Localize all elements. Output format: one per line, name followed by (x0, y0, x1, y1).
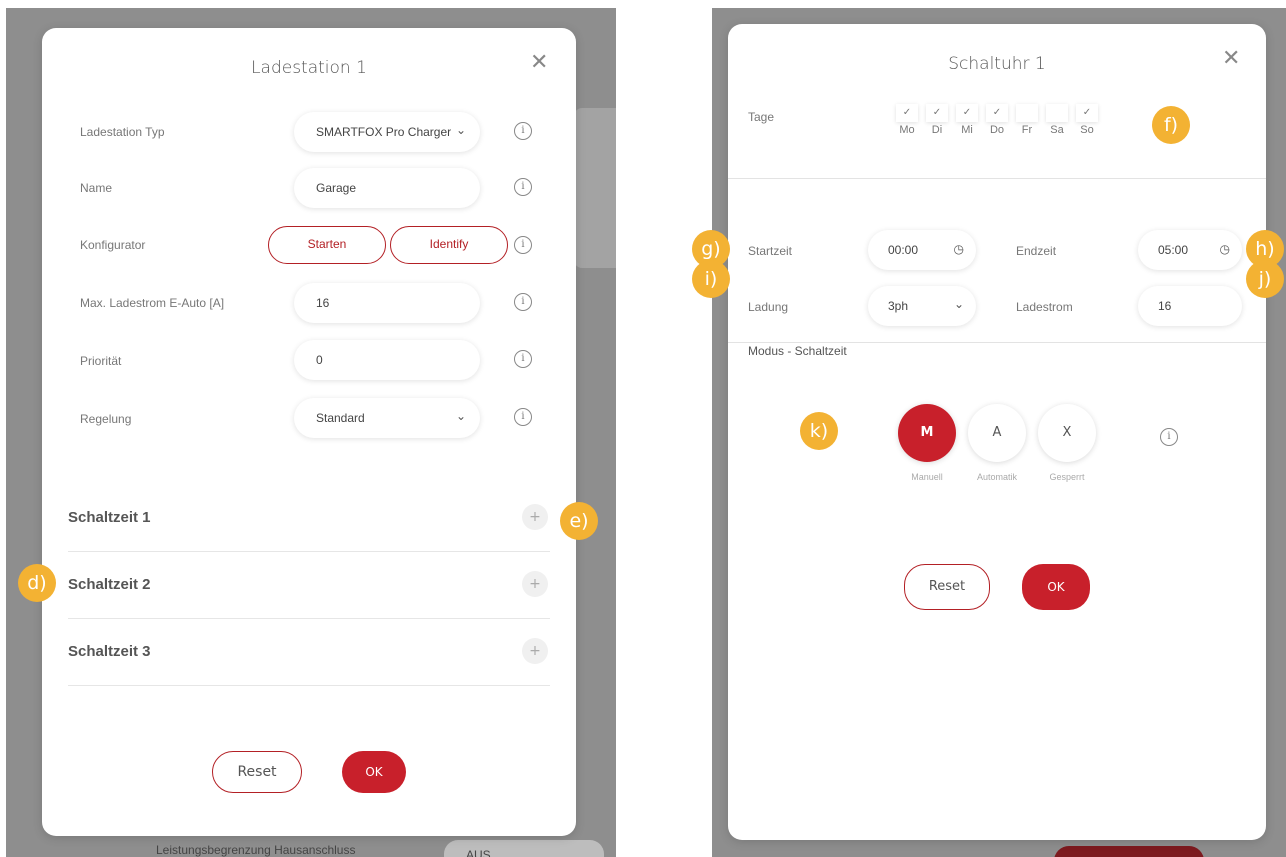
info-icon[interactable]: i (514, 236, 532, 254)
check-icon: ✓ (896, 104, 918, 122)
mode-gesperrt-button[interactable]: X (1038, 404, 1096, 462)
close-icon[interactable]: ✕ (1222, 48, 1240, 70)
schaltzeit-section-1[interactable]: Schaltzeit 1 + (68, 486, 550, 552)
reset-button[interactable]: Reset (212, 751, 302, 793)
konfigurator-label: Konfigurator (80, 238, 146, 252)
mode-manuell-button[interactable]: M (898, 404, 956, 462)
mode-title: Modus - Schaltzeit (748, 344, 847, 358)
current-input[interactable]: 16 (1138, 286, 1242, 326)
section-label: Schaltzeit 3 (68, 643, 151, 660)
schaltzeit-section-3[interactable]: Schaltzeit 3 + (68, 620, 550, 686)
max-current-label: Max. Ladestrom E-Auto [A] (80, 296, 225, 310)
divider (728, 178, 1266, 179)
plus-icon[interactable]: + (522, 638, 548, 664)
info-icon[interactable]: i (1160, 428, 1178, 446)
check-icon: ✓ (926, 104, 948, 122)
divider (728, 342, 1266, 343)
day-checkbox-mo[interactable]: ✓ Mo (896, 104, 918, 136)
background-footer-label: Leistungsbegrenzung Hausanschluss (156, 843, 356, 857)
check-icon: ✓ (1076, 104, 1098, 122)
regelung-label: Regelung (80, 412, 132, 426)
type-value: SMARTFOX Pro Charger (316, 125, 452, 139)
day-checkbox-so[interactable]: ✓ So (1076, 104, 1098, 136)
type-label: Ladestation Typ (80, 125, 165, 139)
days-label: Tage (748, 110, 775, 124)
section-label: Schaltzeit 2 (68, 576, 151, 593)
name-label: Name (80, 181, 113, 195)
chevron-down-icon: ⌄ (953, 297, 964, 311)
charge-select[interactable]: 3ph ⌄ (868, 286, 976, 326)
annotation-badge-k: k) (800, 412, 838, 450)
check-icon: ✓ (956, 104, 978, 122)
mode-label: Manuell (911, 472, 943, 482)
check-icon: ✓ (986, 104, 1008, 122)
ok-button[interactable]: OK (342, 751, 406, 793)
annotation-badge-d: d) (18, 564, 56, 602)
close-icon[interactable]: ✕ (530, 52, 548, 74)
annotation-badge-i: i) (692, 260, 730, 298)
section-label: Schaltzeit 1 (68, 509, 151, 526)
clock-icon: ◷ (1219, 242, 1230, 256)
day-checkbox-sa[interactable]: Sa (1046, 104, 1068, 136)
modal-title: Ladestation 1 (251, 58, 367, 78)
annotation-badge-j: j) (1246, 260, 1284, 298)
max-current-input[interactable]: 16 (294, 283, 480, 323)
plus-icon[interactable]: + (522, 504, 548, 530)
info-icon[interactable]: i (514, 122, 532, 140)
priority-input[interactable]: 0 (294, 340, 480, 380)
identify-button[interactable]: Identify (390, 226, 508, 264)
chevron-down-icon: ⌄ (455, 409, 466, 423)
background-footer-select: AUS (444, 840, 604, 857)
reset-button[interactable]: Reset (904, 564, 990, 610)
day-checkbox-mi[interactable]: ✓ Mi (956, 104, 978, 136)
type-select[interactable]: SMARTFOX Pro Charger ⌄ (294, 112, 480, 152)
ladestation-modal: Ladestation 1 ✕ Ladestation Typ SMARTFOX… (42, 28, 576, 836)
mode-automatik-button[interactable]: A (968, 404, 1026, 462)
mode-label: Automatik (976, 472, 1018, 482)
schaltzeit-section-2[interactable]: Schaltzeit 2 + (68, 553, 550, 619)
info-icon[interactable]: i (514, 293, 532, 311)
info-icon[interactable]: i (514, 178, 532, 196)
ok-button[interactable]: OK (1022, 564, 1090, 610)
info-icon[interactable]: i (514, 408, 532, 426)
modal-title: Schaltuhr 1 (948, 54, 1046, 74)
plus-icon[interactable]: + (522, 571, 548, 597)
annotation-badge-e: e) (560, 502, 598, 540)
chevron-down-icon: ⌄ (455, 123, 466, 137)
end-time-input[interactable]: 05:00 ◷ (1138, 230, 1242, 270)
background-card (574, 108, 616, 268)
name-input[interactable]: Garage (294, 168, 480, 208)
charge-label: Ladung (748, 300, 789, 314)
starten-button[interactable]: Starten (268, 226, 386, 264)
background-save-button (1054, 846, 1204, 857)
regelung-value: Standard (316, 411, 365, 425)
priority-label: Priorität (80, 354, 122, 368)
clock-icon: ◷ (953, 242, 964, 256)
info-icon[interactable]: i (514, 350, 532, 368)
current-label: Ladestrom (1016, 300, 1073, 314)
day-checkbox-do[interactable]: ✓ Do (986, 104, 1008, 136)
day-checkbox-fr[interactable]: Fr (1016, 104, 1038, 136)
regelung-select[interactable]: Standard ⌄ (294, 398, 480, 438)
start-label: Startzeit (748, 244, 793, 258)
end-label: Endzeit (1016, 244, 1057, 258)
mode-label: Gesperrt (1049, 472, 1085, 482)
annotation-badge-f: f) (1152, 106, 1190, 144)
start-time-input[interactable]: 00:00 ◷ (868, 230, 976, 270)
day-checkbox-di[interactable]: ✓ Di (926, 104, 948, 136)
